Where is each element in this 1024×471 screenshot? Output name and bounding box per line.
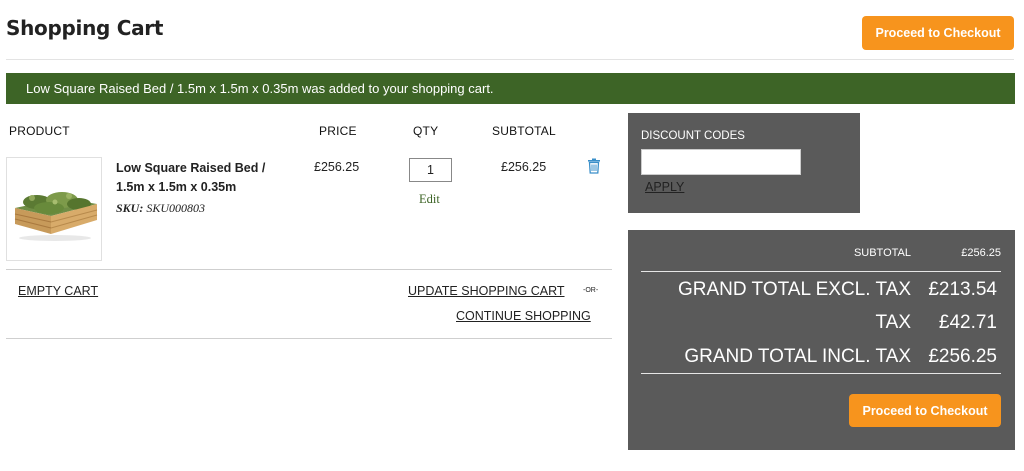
edit-item-link[interactable]: Edit (419, 192, 440, 207)
proceed-to-checkout-button-top[interactable]: Proceed to Checkout (862, 16, 1014, 50)
header-divider (6, 59, 1014, 60)
notice-text: Low Square Raised Bed / 1.5m x 1.5m x 0.… (26, 81, 494, 96)
subtotal-value: £256.25 (961, 247, 1001, 259)
tax-label: TAX (875, 312, 911, 333)
column-header-price: PRICE (319, 124, 357, 138)
update-cart-link[interactable]: UPDATE SHOPPING CART (408, 284, 565, 298)
page-title: Shopping Cart (6, 16, 164, 40)
grand-total-incl-value: £256.25 (928, 346, 997, 367)
subtotal-label: SUBTOTAL (853, 247, 911, 259)
continue-shopping-link[interactable]: CONTINUE SHOPPING (456, 309, 591, 323)
sku-label: SKU: (116, 201, 144, 215)
discount-code-input[interactable] (641, 149, 801, 175)
raised-bed-image (7, 158, 101, 260)
grand-total-incl-label: GRAND TOTAL INCL. TAX (684, 346, 911, 367)
grand-total-excl-value: £213.54 (928, 279, 997, 300)
tax-value: £42.71 (938, 312, 997, 333)
item-price: £256.25 (314, 160, 360, 174)
totals-divider-bottom (641, 373, 1001, 374)
product-name-link[interactable]: Low Square Raised Bed / 1.5m x 1.5m x 0.… (116, 159, 296, 197)
product-sku: SKU: SKU000803 (116, 201, 205, 216)
totals-divider-top (641, 271, 1001, 272)
or-separator: -OR- (583, 287, 599, 294)
sku-value: SKU000803 (146, 201, 206, 215)
quantity-input[interactable] (409, 158, 452, 182)
success-notice: Low Square Raised Bed / 1.5m x 1.5m x 0.… (6, 73, 1015, 104)
product-image[interactable] (6, 157, 102, 261)
trash-icon[interactable] (587, 158, 601, 174)
discount-label: DISCOUNT CODES (641, 130, 745, 142)
apply-discount-link[interactable]: APPLY (645, 180, 684, 194)
item-subtotal: £256.25 (501, 160, 547, 174)
column-header-subtotal: SUBTOTAL (492, 124, 556, 138)
grand-total-excl-label: GRAND TOTAL EXCL. TAX (678, 279, 911, 300)
column-header-product: PRODUCT (9, 124, 70, 138)
proceed-to-checkout-button-bottom[interactable]: Proceed to Checkout (849, 394, 1001, 427)
cart-divider-top (6, 269, 612, 270)
empty-cart-link[interactable]: EMPTY CART (18, 284, 98, 298)
cart-divider-bottom (6, 338, 612, 339)
discount-panel: DISCOUNT CODES APPLY (628, 113, 860, 213)
column-header-qty: QTY (413, 124, 439, 138)
